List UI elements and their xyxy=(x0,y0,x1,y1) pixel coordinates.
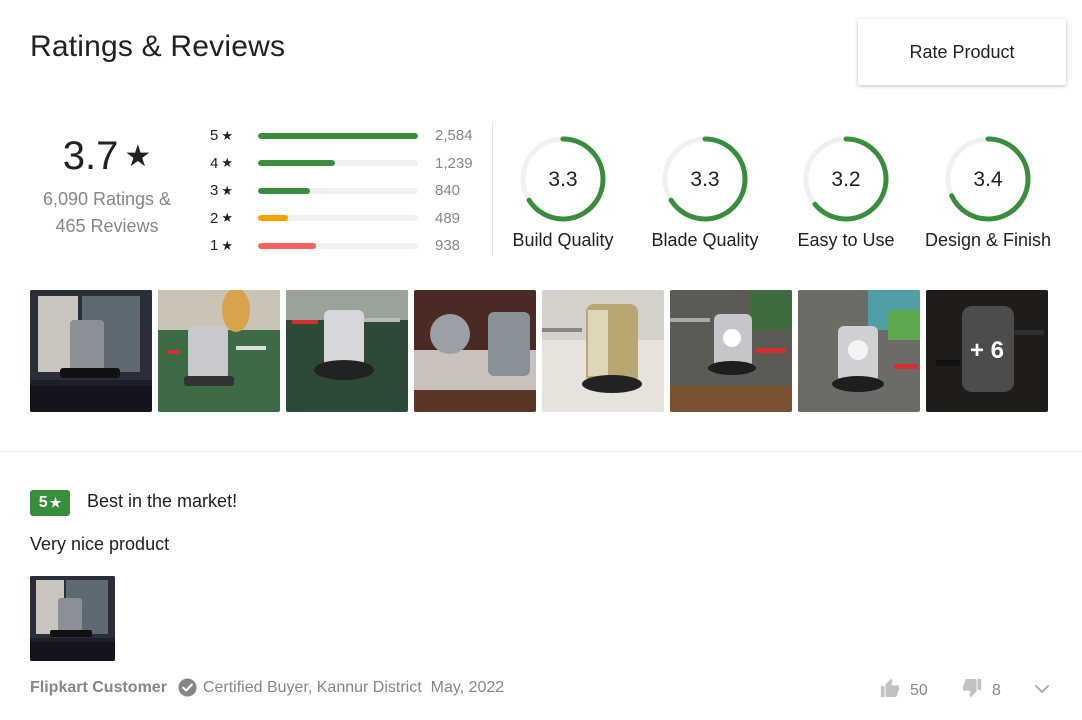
star-icon: ★ xyxy=(221,237,233,253)
customer-photo-thumbnail[interactable] xyxy=(414,290,536,412)
distribution-bar xyxy=(258,242,418,249)
average-rating-summary: 3.7 ★ 6,090 Ratings & 465 Reviews xyxy=(30,130,184,240)
aspect-easy-to-use: 3.2 Easy to Use xyxy=(771,134,921,251)
thumbs-up-icon xyxy=(879,677,901,704)
customer-photo-thumbnail[interactable] xyxy=(670,290,792,412)
aspect-label: Design & Finish xyxy=(924,230,1052,250)
check-circle-icon xyxy=(178,678,197,697)
aspect-ring: 3.2 xyxy=(803,136,889,222)
distribution-count: 2,584 xyxy=(435,127,473,145)
distribution-bar-fill xyxy=(258,160,335,167)
distribution-row: 2 ★ 489 xyxy=(210,205,473,233)
aspect-value: 3.3 xyxy=(690,168,719,191)
customer-photo-thumbnail[interactable] xyxy=(798,290,920,412)
thumbs-down-icon xyxy=(961,677,983,704)
distribution-bar-fill xyxy=(258,132,418,139)
review-photo-thumbnail[interactable] xyxy=(30,576,115,661)
distribution-star-count: 2 xyxy=(210,209,219,227)
reviews-count: 465 Reviews xyxy=(55,216,159,236)
customer-photo-thumbnail[interactable] xyxy=(542,290,664,412)
distribution-row: 4 ★ 1,239 xyxy=(210,150,473,178)
customer-photos: + 6 xyxy=(30,290,1054,412)
star-icon: ★ xyxy=(124,139,152,173)
aspect-ring: 3.4 xyxy=(945,136,1031,222)
rate-product-button[interactable]: Rate Product xyxy=(858,19,1066,85)
aspect-value: 3.4 xyxy=(973,168,1003,191)
distribution-bar xyxy=(258,187,418,194)
ratings-count: 6,090 Ratings & xyxy=(42,189,172,209)
aspect-design-finish: 3.4 Design & Finish xyxy=(913,134,1063,251)
star-icon: ★ xyxy=(221,155,233,171)
review-rating-value: 5 xyxy=(38,494,48,511)
aspect-ring: 3.3 xyxy=(520,136,606,222)
aspect-blade-quality: 3.3 Blade Quality xyxy=(630,134,780,251)
distribution-bar xyxy=(258,132,418,139)
aspect-value: 3.2 xyxy=(831,168,860,191)
certified-buyer-label: Certified Buyer, Kannur District xyxy=(202,678,422,696)
distribution-bar-fill xyxy=(258,242,317,249)
more-photos-label: + 6 xyxy=(926,290,1048,412)
review-rating-badge: 5 ★ xyxy=(30,490,70,516)
distribution-star-count: 3 xyxy=(210,182,219,200)
chevron-down-icon[interactable] xyxy=(1034,681,1050,702)
aspect-label: Easy to Use xyxy=(797,230,895,250)
distribution-star-count: 4 xyxy=(210,154,219,172)
aspect-label: Blade Quality xyxy=(651,230,759,250)
distribution-row: 1 ★ 938 xyxy=(210,232,473,260)
review-date: May, 2022 xyxy=(430,678,505,696)
star-icon: ★ xyxy=(221,182,233,198)
star-icon: ★ xyxy=(49,495,62,510)
distribution-count: 1,239 xyxy=(435,154,473,172)
distribution-star-count: 1 xyxy=(210,237,219,255)
star-icon: ★ xyxy=(221,127,233,143)
dislike-button[interactable]: 8 xyxy=(961,677,1001,704)
distribution-row: 5 ★ 2,584 xyxy=(210,122,473,150)
review-body: Very nice product xyxy=(30,534,170,554)
distribution-count: 489 xyxy=(435,209,461,227)
distribution-bar xyxy=(258,215,418,222)
review-title: Best in the market! xyxy=(87,491,238,511)
distribution-row: 3 ★ 840 xyxy=(210,177,473,205)
customer-photo-thumbnail[interactable] xyxy=(158,290,280,412)
like-button[interactable]: 50 xyxy=(879,677,928,704)
aspect-ring: 3.3 xyxy=(662,136,748,222)
reviewer-name: Flipkart Customer xyxy=(30,678,167,696)
average-rating-value: 3.7 xyxy=(62,134,119,178)
customer-photo-more[interactable]: + 6 xyxy=(926,290,1048,412)
aspect-value: 3.3 xyxy=(548,168,577,191)
distribution-count: 938 xyxy=(435,237,461,255)
customer-photo-thumbnail[interactable] xyxy=(286,290,408,412)
aspect-label: Build Quality xyxy=(512,230,614,250)
distribution-bar-fill xyxy=(258,187,310,194)
like-count: 50 xyxy=(910,681,928,699)
star-icon: ★ xyxy=(221,210,233,226)
customer-photo-thumbnail[interactable] xyxy=(30,290,152,412)
rating-distribution: 5 ★ 2,584 4 ★ 1,239 3 ★ 840 2 ★ 489 1 ★ 938 xyxy=(210,122,473,260)
page-title: Ratings & Reviews xyxy=(30,30,286,63)
distribution-star-count: 5 xyxy=(210,127,219,145)
review-meta: Flipkart Customer Certified Buyer, Kannu… xyxy=(30,678,504,697)
section-divider xyxy=(0,451,1082,452)
distribution-count: 840 xyxy=(435,182,461,200)
dislike-count: 8 xyxy=(992,681,1001,699)
aspect-build-quality: 3.3 Build Quality xyxy=(488,134,638,251)
distribution-bar-fill xyxy=(258,215,289,222)
distribution-bar xyxy=(258,160,418,167)
